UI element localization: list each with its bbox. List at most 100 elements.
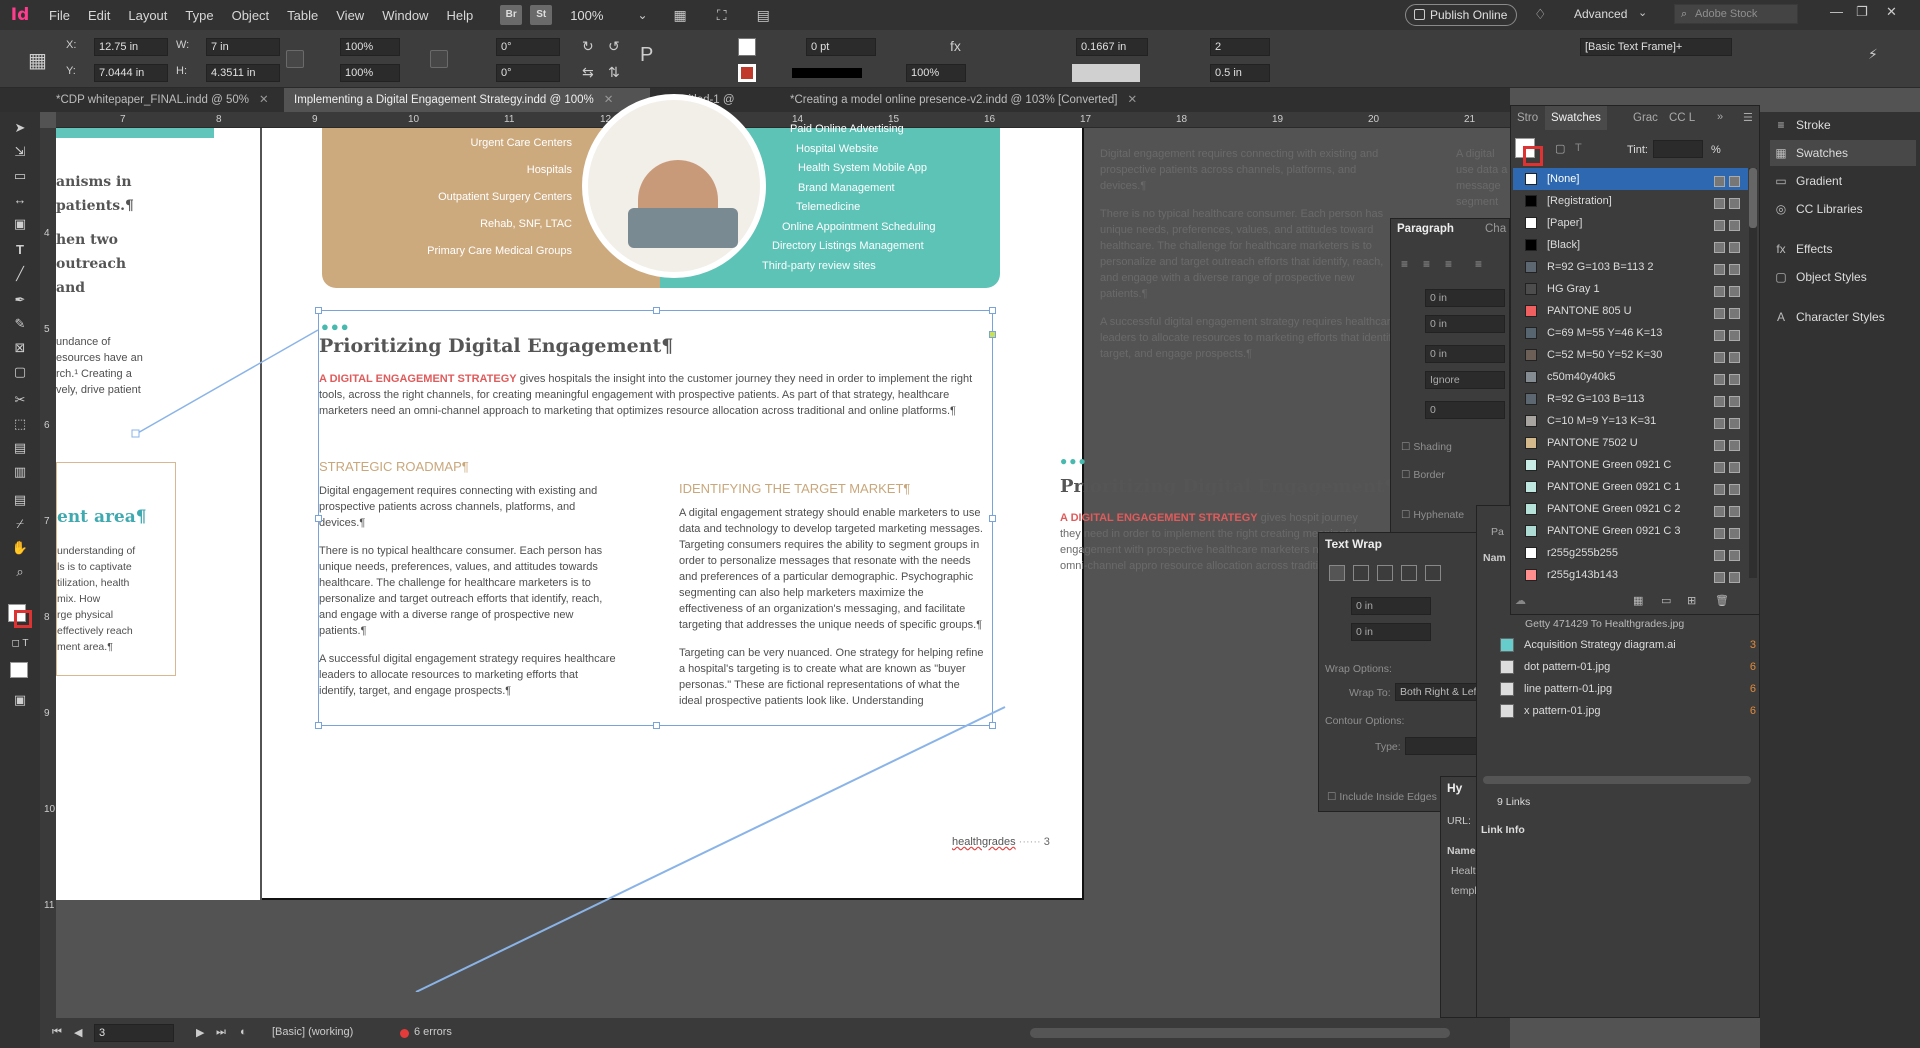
zoom-tool-icon[interactable]: ⌕ <box>10 564 30 582</box>
menu-table[interactable]: Table <box>278 8 327 23</box>
lightning-icon[interactable]: ⚡ <box>1868 46 1878 63</box>
stroke-swatch[interactable] <box>738 64 756 82</box>
restore-icon[interactable]: ❐ <box>1856 4 1868 20</box>
stroke-box[interactable] <box>14 610 32 628</box>
menu-view[interactable]: View <box>327 8 373 23</box>
resize-handle[interactable] <box>315 722 322 729</box>
swatch-row[interactable]: C=52 M=50 Y=52 K=30 <box>1513 344 1748 366</box>
swatch-row[interactable]: R=92 G=103 B=113 2 <box>1513 256 1748 278</box>
gradient-swatch-tool-icon[interactable]: ▤ <box>10 440 30 458</box>
rectangle-tool-icon[interactable]: ▢ <box>10 364 30 382</box>
apply-none-icon[interactable] <box>10 662 28 678</box>
chevron-down-icon[interactable]: ⌄ <box>637 8 647 22</box>
corner-options-handle[interactable] <box>989 331 996 338</box>
horizontal-scrollbar[interactable] <box>1030 1028 1450 1038</box>
no-wrap-icon[interactable] <box>1329 565 1345 581</box>
resize-handle[interactable] <box>653 722 660 729</box>
new-group-icon[interactable]: ▭ <box>1661 594 1671 607</box>
bottom-offset-field[interactable]: 0 in <box>1351 623 1431 641</box>
align-to-grid-select[interactable]: Ignore <box>1425 371 1505 389</box>
swatch-row[interactable]: R=92 G=103 B=113 <box>1513 388 1748 410</box>
dock-cc-libraries[interactable]: ◎ CC Libraries <box>1770 196 1916 222</box>
swatch-row[interactable]: C=69 M=55 Y=46 K=13 <box>1513 322 1748 344</box>
link-page[interactable]: 6 <box>1750 678 1756 700</box>
dock-swatches[interactable]: ▦ Swatches <box>1770 140 1916 166</box>
object-style-select[interactable]: [Basic Text Frame]+ <box>1580 38 1732 56</box>
resize-handle[interactable] <box>989 515 996 522</box>
direct-selection-tool-icon[interactable]: ⇲ <box>10 144 30 162</box>
swatch-row[interactable]: r255g255b255 <box>1513 542 1748 564</box>
swatch-row[interactable]: PANTONE Green 0921 C 1 <box>1513 476 1748 498</box>
fill-none-swatch[interactable] <box>738 38 756 56</box>
menu-layout[interactable]: Layout <box>119 8 176 23</box>
dock-gradient[interactable]: ▭ Gradient <box>1770 168 1916 194</box>
adobe-stock-search-input[interactable]: ⌕ Adobe Stock <box>1674 4 1798 24</box>
gutter-field[interactable]: 0.5 in <box>1210 64 1270 82</box>
scale-x-field[interactable]: 100% <box>340 38 400 56</box>
swatch-row[interactable]: [None] <box>1513 168 1748 190</box>
view-options-icon[interactable]: ▦ <box>674 7 687 24</box>
show-swatch-kinds-icon[interactable]: ▦ <box>1633 594 1643 607</box>
link-row[interactable]: line pattern-01.jpg 6 <box>1500 678 1760 700</box>
vertical-scrollbar[interactable] <box>1749 168 1757 578</box>
tab-gradient[interactable]: Grac <box>1627 106 1664 130</box>
previous-page-icon[interactable]: ◀ <box>74 1026 82 1039</box>
constrain-proportions-button[interactable] <box>286 50 304 68</box>
include-inside-edges-checkbox[interactable]: ☐ Include Inside Edges <box>1327 791 1437 803</box>
swatch-row[interactable]: [Black] <box>1513 234 1748 256</box>
text-frame-icon[interactable]: P <box>640 44 653 67</box>
page-number-field[interactable]: 3 <box>94 1024 174 1042</box>
swatch-row[interactable]: PANTONE 805 U <box>1513 300 1748 322</box>
flip-horizontal-icon[interactable]: ⇆ <box>582 64 594 81</box>
workspace-switcher[interactable]: Advanced <box>1574 7 1627 21</box>
stroke-weight-field[interactable]: 0 pt <box>806 38 876 56</box>
panel-menu-icon[interactable]: ☰ <box>1743 111 1753 124</box>
link-row[interactable]: dot pattern-01.jpg 6 <box>1500 656 1760 678</box>
shading-checkbox[interactable]: ☐ Shading <box>1401 441 1452 453</box>
wrap-object-shape-icon[interactable] <box>1377 565 1393 581</box>
resize-handle[interactable] <box>989 307 996 314</box>
swatch-row[interactable]: PANTONE Green 0921 C <box>1513 454 1748 476</box>
dock-character-styles[interactable]: A Character Styles <box>1770 304 1916 330</box>
preflight-errors[interactable]: 6 errors <box>414 1026 452 1038</box>
stroke-type-preview[interactable] <box>792 68 862 78</box>
page-tool-icon[interactable]: ▭ <box>10 168 30 186</box>
jump-object-icon[interactable] <box>1401 565 1417 581</box>
swatch-row[interactable]: c50m40y40k5 <box>1513 366 1748 388</box>
formatting-text-icon[interactable]: T <box>1575 142 1582 154</box>
tint-field[interactable] <box>1653 140 1703 158</box>
vertical-ruler[interactable]: 4 5 6 7 8 9 10 11 <box>40 128 56 1018</box>
y-position-field[interactable]: 7.0444 in <box>94 64 168 82</box>
close-icon[interactable]: ✕ <box>1886 4 1897 20</box>
frame-fill-preview[interactable] <box>1072 64 1140 82</box>
tab-character[interactable]: Cha <box>1485 223 1506 235</box>
align-right-icon[interactable]: ≡ <box>1445 257 1452 271</box>
opacity-field[interactable]: 100% <box>906 64 966 82</box>
resize-handle[interactable] <box>653 307 660 314</box>
content-collector-icon[interactable]: ▣ <box>10 216 30 234</box>
inset-spacing-field[interactable]: 0.1667 in <box>1076 38 1148 56</box>
preflight-profile-select[interactable]: [Basic] (working) <box>272 1026 353 1038</box>
space-before-field[interactable]: 0 in <box>1425 345 1505 363</box>
link-page[interactable]: 6 <box>1750 700 1756 722</box>
minimize-icon[interactable]: — <box>1830 4 1843 19</box>
eyedropper-tool-icon[interactable]: ⌿ <box>10 516 30 534</box>
resize-handle[interactable] <box>315 515 322 522</box>
left-indent-field[interactable]: 0 in <box>1425 289 1505 307</box>
formatting-container-icon[interactable]: ▢ <box>1555 142 1565 155</box>
swatch-row[interactable]: [Registration] <box>1513 190 1748 212</box>
menu-object[interactable]: Object <box>223 8 279 23</box>
menu-type[interactable]: Type <box>176 8 222 23</box>
width-field[interactable]: 7 in <box>206 38 280 56</box>
align-center-icon[interactable]: ≡ <box>1423 257 1430 271</box>
chevron-down-icon[interactable]: ⌄ <box>1638 6 1647 19</box>
tab-stroke[interactable]: Stro <box>1511 106 1544 130</box>
link-page[interactable]: 3 <box>1750 634 1756 656</box>
new-swatch-icon[interactable]: ⊞ <box>1687 594 1696 607</box>
line-tool-icon[interactable]: ╱ <box>10 266 30 284</box>
pasteboard-text-frame[interactable]: Digital engagement requires connecting w… <box>1100 146 1400 362</box>
tab-digital-engagement[interactable]: Implementing a Digital Engagement Strate… <box>284 88 650 112</box>
close-tab-icon[interactable]: ✕ <box>259 94 269 106</box>
align-left-icon[interactable]: ≡ <box>1401 257 1408 271</box>
hyphenate-checkbox[interactable]: ☐ Hyphenate <box>1401 509 1464 521</box>
